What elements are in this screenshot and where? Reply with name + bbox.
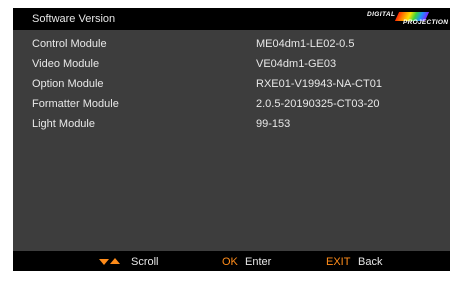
module-row-light[interactable]: Light Module 99-153 xyxy=(13,114,450,134)
back-hint-label: Back xyxy=(358,256,383,268)
arrow-down-icon xyxy=(99,259,109,265)
module-label: Light Module xyxy=(32,118,95,130)
key-hint-bar: Scroll OK Enter EXIT Back xyxy=(13,251,450,271)
module-label: Option Module xyxy=(32,78,104,90)
scroll-hint-label: Scroll xyxy=(131,256,159,268)
module-row-option[interactable]: Option Module RXE01-V19943-NA-CT01 xyxy=(13,74,450,94)
page-title: Software Version xyxy=(32,13,116,25)
module-label: Video Module xyxy=(32,58,100,70)
menu-header: Software Version DIGITAL PROJECTION xyxy=(13,8,450,30)
ok-key-hint: OK xyxy=(222,256,238,268)
module-list: Control Module ME04dm1-LE02-0.5 Video Mo… xyxy=(13,30,450,251)
module-version: 2.0.5-20190325-CT03-20 xyxy=(256,98,380,110)
enter-hint-label: Enter xyxy=(245,256,272,268)
logo-text-digital: DIGITAL xyxy=(367,11,396,18)
module-label: Control Module xyxy=(32,38,107,50)
arrow-up-icon xyxy=(110,258,120,264)
digital-projection-logo: DIGITAL PROJECTION xyxy=(365,11,450,28)
exit-key-hint: EXIT xyxy=(326,256,351,268)
module-row-video[interactable]: Video Module VE04dm1-GE03 xyxy=(13,54,450,74)
module-version: RXE01-V19943-NA-CT01 xyxy=(256,78,382,90)
module-row-control[interactable]: Control Module ME04dm1-LE02-0.5 xyxy=(13,34,450,54)
module-version: 99-153 xyxy=(256,118,291,130)
module-version: VE04dm1-GE03 xyxy=(256,58,337,70)
module-row-formatter[interactable]: Formatter Module 2.0.5-20190325-CT03-20 xyxy=(13,94,450,114)
osd-menu: Software Version DIGITAL PROJECTION Cont… xyxy=(13,8,450,271)
logo-text-projection: PROJECTION xyxy=(403,19,449,26)
module-version: ME04dm1-LE02-0.5 xyxy=(256,38,355,50)
module-label: Formatter Module xyxy=(32,98,119,110)
